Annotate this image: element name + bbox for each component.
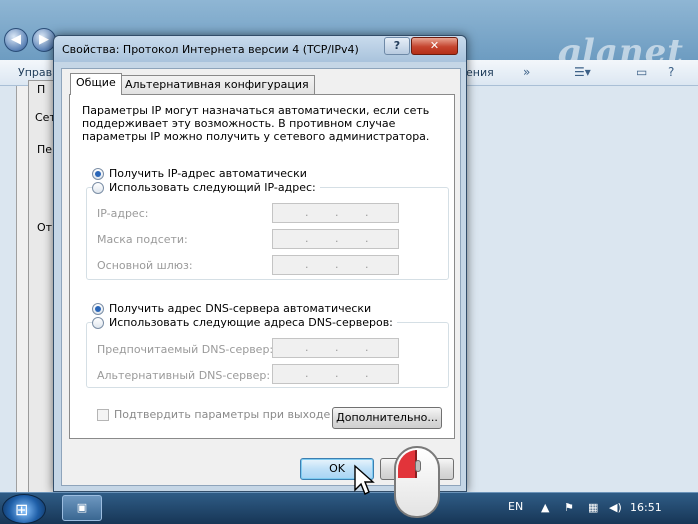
help-button[interactable]: ? [384,37,410,55]
validate-label: Подтвердить параметры при выходе [114,408,331,421]
alternate-dns-input: ... [272,364,399,384]
default-gateway-label: Основной шлюз: [97,259,193,272]
network-icon[interactable]: ▣ [62,495,102,521]
ip-manual-radio[interactable] [92,181,104,194]
alternate-dns-label: Альтернативный DNS-сервер: [97,369,271,382]
dot: . [305,367,309,380]
ip-auto-radio[interactable] [92,167,104,180]
dot: . [305,258,309,271]
dot: . [335,232,339,245]
toolbar-overflow-icon[interactable]: » [523,65,530,79]
help-icon[interactable]: ? [668,65,674,79]
dot: . [305,232,309,245]
dialog-titlebar[interactable]: Свойства: Протокол Интернета версии 4 (T… [54,36,466,62]
tcpip-properties-dialog: Свойства: Протокол Интернета версии 4 (T… [53,35,467,492]
validate-checkbox[interactable] [97,408,109,421]
advanced-button[interactable]: Дополнительно... [332,407,442,429]
default-gateway-input: ... [272,255,399,275]
ip-manual-label: Использовать следующий IP-адрес: [109,181,316,194]
subnet-mask-input: ... [272,229,399,249]
dns-manual-radio[interactable] [92,316,104,329]
tab-general[interactable]: Общие [70,73,122,95]
dns-auto-option[interactable]: Получить адрес DNS-сервера автоматически [92,302,371,315]
tab-page: Параметры IP могут назначаться автоматич… [69,94,455,439]
dot: . [335,367,339,380]
dot: . [365,341,369,354]
tray-flag-icon[interactable]: ⚑ [564,501,574,514]
preferred-dns-label: Предпочитаемый DNS-сервер: [97,343,274,356]
dns-manual-label: Использовать следующие адреса DNS-сервер… [109,316,393,329]
dialog-content: Общие Альтернативная конфигурация Параме… [61,68,461,486]
clock[interactable]: 16:51 [630,501,662,514]
mouse-wheel [415,460,421,472]
dot: . [335,258,339,271]
ip-auto-label: Получить IP-адрес автоматически [109,167,307,180]
view-options-icon[interactable]: ☰▾ [574,65,591,79]
dns-auto-radio[interactable] [92,302,104,315]
dns-auto-label: Получить адрес DNS-сервера автоматически [109,302,372,315]
network-tray-icon[interactable]: ▦ [588,501,598,514]
dot: . [365,206,369,219]
cursor-icon [354,464,375,495]
bg-fragment: Пе [37,143,53,156]
ip-address-input: ... [272,203,399,223]
windows-start-icon[interactable]: ⊞ [2,494,46,524]
dot: . [305,341,309,354]
bg-fragment: От [37,221,53,234]
dot: . [335,341,339,354]
validate-option[interactable]: Подтвердить параметры при выходе [97,408,330,421]
ip-manual-option[interactable]: Использовать следующий IP-адрес: [92,181,320,194]
dot: . [335,206,339,219]
tray-expand-icon[interactable]: ▲ [541,501,549,514]
dot: . [365,232,369,245]
ip-auto-option[interactable]: Получить IP-адрес автоматически [92,167,307,180]
tab-alternate-config[interactable]: Альтернативная конфигурация [119,75,315,95]
toolbar-left-text: Управ [18,66,53,79]
volume-icon[interactable]: ◀) [609,501,622,514]
bg-fragment: П [37,83,46,96]
mouse-icon [394,446,440,518]
dot: . [365,367,369,380]
dialog-title: Свойства: Протокол Интернета версии 4 (T… [62,43,359,56]
subnet-mask-label: Маска подсети: [97,233,188,246]
dot: . [365,258,369,271]
dns-manual-option[interactable]: Использовать следующие адреса DNS-сервер… [92,316,397,329]
preferred-dns-input: ... [272,338,399,358]
language-indicator[interactable]: EN [508,500,523,513]
dot: . [305,206,309,219]
close-button[interactable]: ✕ [411,37,458,55]
back-icon[interactable]: ◀ [4,28,28,52]
preview-pane-icon[interactable]: ▭ [636,65,647,79]
toolbar-right-text: ения [466,66,494,79]
ip-address-label: IP-адрес: [97,207,149,220]
description-text: Параметры IP могут назначаться автоматич… [82,104,430,143]
